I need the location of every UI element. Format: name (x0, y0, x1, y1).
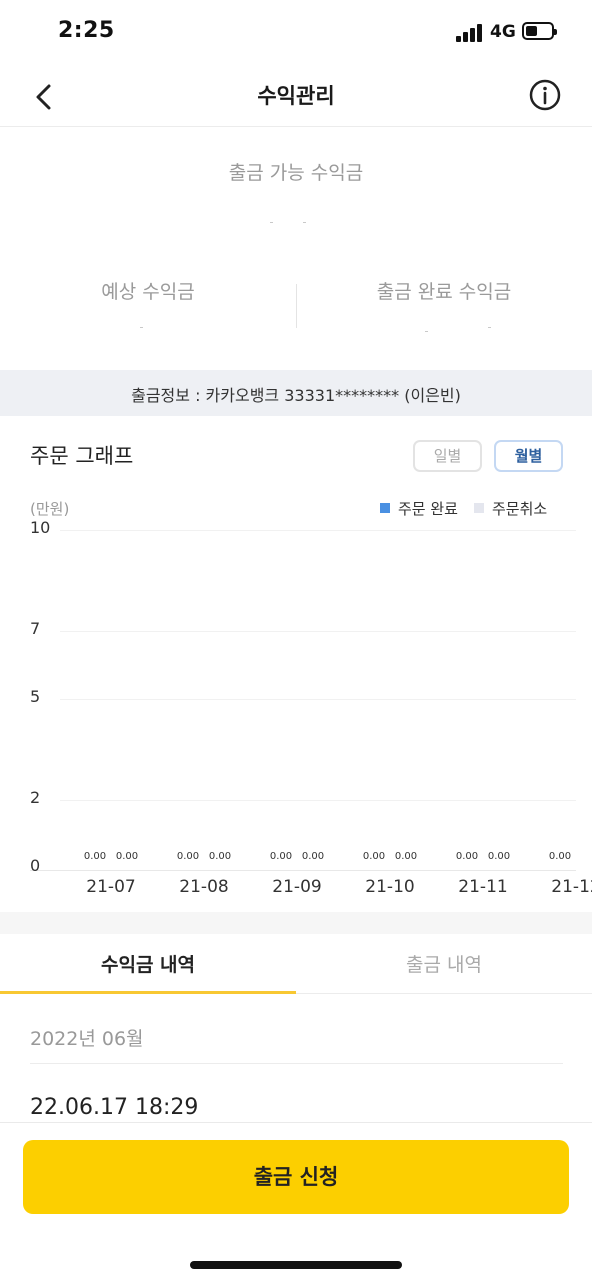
history-item-datetime[interactable]: 22.06.17 18:29 (30, 1095, 198, 1120)
chart-baseline (30, 870, 576, 871)
withdrawn-earnings-value (425, 331, 428, 332)
active-tab-indicator (0, 991, 296, 994)
grid-line (60, 699, 576, 700)
legend-label-completed: 주문 완료 (398, 500, 458, 518)
legend-swatch-cancelled (474, 503, 484, 513)
x-tick-label: 21-10 (365, 877, 415, 897)
x-tick-label: 21-08 (179, 877, 229, 897)
daily-toggle-button[interactable]: 일별 (413, 440, 482, 472)
section-divider (0, 912, 592, 934)
graph-title: 주문 그래프 (30, 444, 134, 468)
tab-earnings-history[interactable]: 수익금 내역 (0, 950, 296, 977)
bar-value-label: 0.00 (115, 851, 139, 862)
available-earnings-value (270, 222, 273, 223)
month-header: 2022년 06월 (30, 1028, 144, 1050)
bar-value-label: 0.00 (548, 851, 572, 862)
grid-line (60, 631, 576, 632)
info-circle-icon (529, 79, 561, 111)
value-speck (303, 222, 306, 223)
y-tick-label: 10 (30, 518, 51, 537)
legend-swatch-completed (380, 503, 390, 513)
page-title: 수익관리 (257, 84, 335, 108)
battery-icon (522, 22, 557, 40)
y-tick-label: 2 (30, 788, 41, 808)
info-button[interactable] (528, 78, 562, 112)
x-tick-label: 21-07 (86, 877, 136, 897)
status-time: 2:25 (58, 18, 115, 43)
grid-line (60, 800, 576, 801)
home-indicator (190, 1261, 402, 1269)
signal-icon (456, 24, 484, 42)
grid-line (60, 530, 576, 531)
bar-value-label: 0.00 (487, 851, 511, 862)
chart-unit-label: (만원) (30, 500, 70, 518)
list-divider (30, 1063, 563, 1064)
withdrawn-earnings-label: 출금 완료 수익금 (376, 281, 512, 303)
y-tick-label: 7 (30, 619, 41, 639)
withdraw-request-button[interactable]: 출금 신청 (23, 1140, 569, 1214)
network-label: 4G (490, 22, 516, 42)
bar-value-label: 0.00 (208, 851, 232, 862)
expected-earnings-label: 예상 수익금 (101, 281, 195, 303)
account-info-bar: 출금정보 : 카카오뱅크 33331******** (이은빈) (0, 370, 592, 416)
x-tick-label: 21-09 (272, 877, 322, 897)
y-tick-label: 5 (30, 687, 41, 706)
monthly-toggle-button[interactable]: 월별 (494, 440, 563, 472)
legend-item-completed: 주문 완료 (380, 498, 458, 519)
status-bar: 2:25 4G (0, 0, 592, 64)
tab-withdrawal-history[interactable]: 출금 내역 (296, 950, 592, 977)
bar-value-label: 0.00 (301, 851, 325, 862)
available-earnings-label: 출금 가능 수익금 (228, 162, 364, 184)
legend-label-cancelled: 주문취소 (492, 500, 548, 518)
account-info-text: 출금정보 : 카카오뱅크 33331******** (이은빈) (131, 386, 461, 405)
legend-item-cancelled: 주문취소 (474, 498, 547, 519)
bar-value-label: 0.00 (394, 851, 418, 862)
y-tick-label: 0 (30, 856, 41, 875)
nav-bar: 수익관리 (0, 64, 592, 127)
x-tick-label: 21-11 (458, 877, 508, 897)
value-speck (488, 327, 491, 328)
x-tick-label: 21-12 (551, 877, 592, 897)
expected-earnings-value (140, 327, 143, 328)
